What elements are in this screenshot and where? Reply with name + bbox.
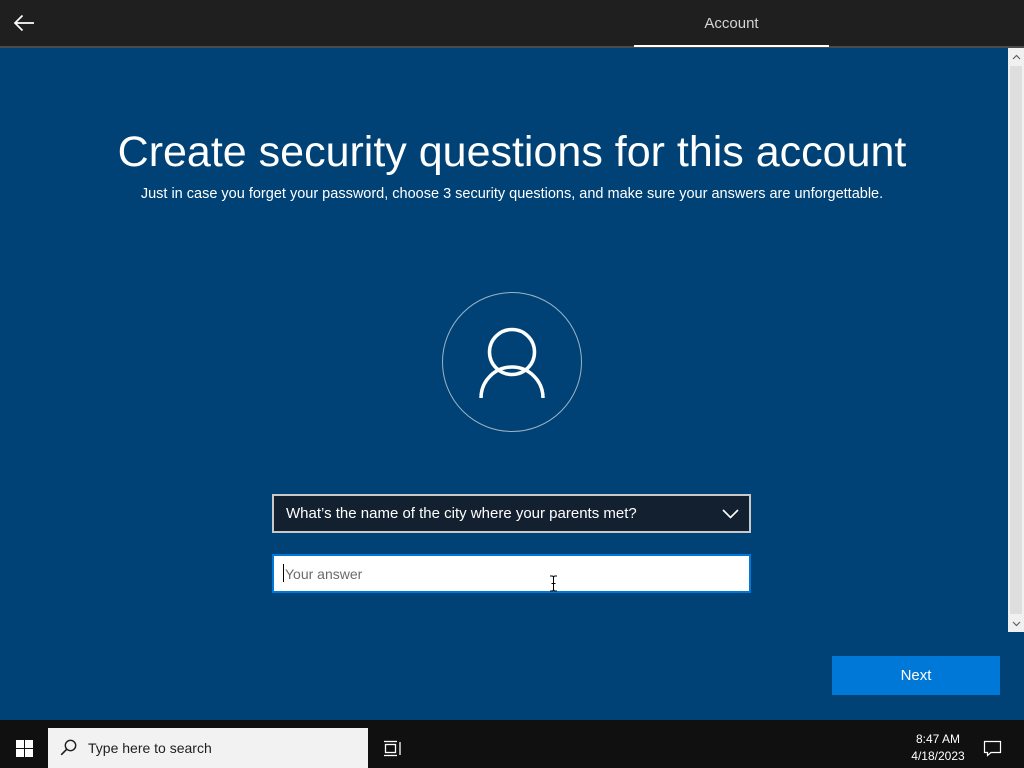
back-button[interactable]: [0, 0, 48, 46]
vertical-scrollbar[interactable]: [1008, 48, 1024, 632]
text-caret: [283, 564, 284, 582]
search-icon: [60, 739, 77, 756]
page-subtitle: Just in case you forget your password, c…: [140, 186, 884, 202]
answer-input[interactable]: [272, 554, 751, 593]
clock-time: 8:47 AM: [915, 732, 961, 746]
windows-start-icon: [15, 739, 33, 757]
security-question-dropdown[interactable]: What’s the name of the city where your p…: [272, 494, 751, 533]
notification-icon: [983, 740, 1001, 757]
person-icon: [479, 327, 545, 399]
taskbar: Type here to search 8:47 AM 4/18/2023: [0, 728, 1024, 768]
active-tab-indicator: [634, 45, 829, 47]
start-button[interactable]: [0, 728, 48, 768]
tab-account[interactable]: Account: [634, 0, 829, 47]
taskbar-search-box[interactable]: Type here to search: [48, 728, 368, 768]
text-ibeam-cursor-icon: [550, 575, 557, 592]
task-view-icon: [383, 740, 401, 756]
search-placeholder: Type here to search: [88, 740, 212, 756]
top-bar: Account: [0, 0, 1024, 48]
oobe-page: Create security questions for this accou…: [0, 48, 1024, 720]
scroll-down-button[interactable]: [1008, 615, 1024, 632]
next-button[interactable]: Next: [832, 656, 1000, 695]
answer-field[interactable]: [272, 554, 751, 593]
scrollbar-thumb[interactable]: [1010, 66, 1022, 614]
notification-center-button[interactable]: [976, 728, 1008, 768]
scroll-down-arrow-icon: [1012, 621, 1020, 626]
avatar: [442, 292, 582, 432]
scroll-up-arrow-icon: [1012, 54, 1020, 59]
chevron-down-icon: [722, 509, 739, 519]
tab-account-label: Account: [704, 15, 759, 32]
clock-date: 4/18/2023: [911, 749, 965, 763]
taskbar-clock[interactable]: 8:47 AM 4/18/2023: [900, 731, 976, 765]
back-arrow-icon: [13, 14, 34, 32]
security-question-selected: What’s the name of the city where your p…: [286, 505, 637, 522]
task-view-button[interactable]: [368, 728, 416, 768]
scroll-up-button[interactable]: [1008, 48, 1024, 65]
page-title: Create security questions for this accou…: [117, 128, 907, 176]
